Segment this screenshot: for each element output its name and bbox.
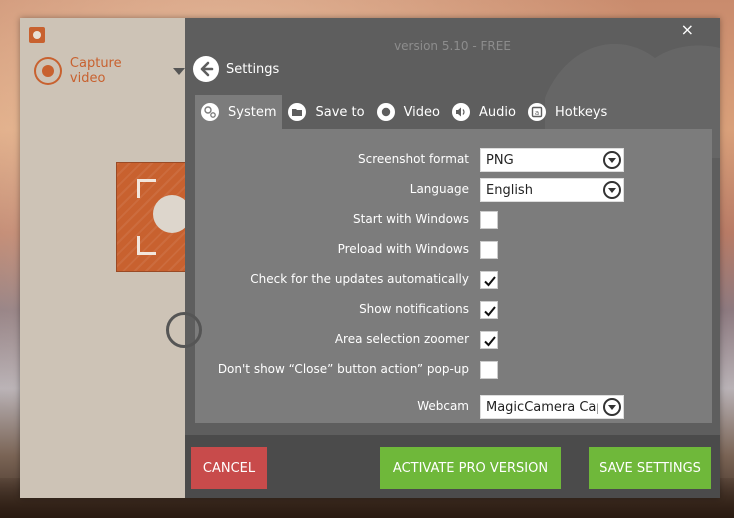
webcam-label: Webcam [417,399,469,413]
folder-icon [288,103,307,121]
webcam-select[interactable]: MagicCamera Cap [480,395,624,419]
chevron-down-icon [603,398,621,416]
start-with-windows-label: Start with Windows [353,212,469,226]
show-notifications-label: Show notifications [359,302,469,316]
tab-label: Video [403,104,441,120]
screenshot-format-value: PNG [486,153,514,168]
preload-with-windows-label: Preload with Windows [337,242,469,256]
footer-bar: CANCEL ACTIVATE PRO VERSION SAVE SETTING… [185,435,720,498]
tab-save-to[interactable]: Save to [282,95,370,129]
tab-label: Save to [315,104,365,120]
area-zoomer-label: Area selection zoomer [334,332,469,346]
version-label: version 5.10 - FREE [394,39,511,53]
checkmark-icon [484,336,496,347]
svg-text:a: a [535,109,539,117]
app-logo-icon [29,27,45,43]
tab-label: Audio [479,104,516,120]
frame-corner-icon [137,179,156,198]
chevron-down-icon [173,67,185,75]
language-row: Language English [195,178,712,202]
checkmark-icon [484,276,496,287]
chevron-down-icon [603,181,621,199]
preload-with-windows-checkbox[interactable] [480,241,498,259]
record-icon [34,57,62,85]
dont-show-close-row: Don't show “Close” button action” pop-up [195,358,712,382]
system-settings-panel: Screenshot format PNG Language English S… [195,129,712,423]
webcam-row: Webcam MagicCamera Cap [195,395,712,419]
start-with-windows-checkbox[interactable] [480,211,498,229]
speaker-icon [452,103,471,121]
tab-audio[interactable]: Audio [446,95,522,129]
frame-corner-icon [137,236,156,255]
left-panel: Capture video [20,18,188,498]
record-icon [376,103,395,121]
chevron-down-icon [603,151,621,169]
tab-hotkeys[interactable]: a Hotkeys [522,95,613,129]
tab-system[interactable]: System [195,95,283,129]
language-label: Language [409,182,469,196]
check-updates-label: Check for the updates automatically [250,272,469,286]
settings-title: Settings [226,61,280,77]
start-with-windows-row: Start with Windows [195,208,712,232]
cancel-button[interactable]: CANCEL [191,447,267,489]
checkmark-icon [484,306,496,317]
close-icon[interactable]: × [681,22,694,38]
activate-pro-button[interactable]: ACTIVATE PRO VERSION [380,447,561,489]
back-to-settings-button[interactable]: Settings [193,56,279,82]
app-window: Capture video version 5.10 - FREE × Sett… [20,18,720,498]
save-settings-button[interactable]: SAVE SETTINGS [589,447,711,489]
show-notifications-checkbox[interactable] [480,301,498,319]
tab-label: Hotkeys [554,104,608,120]
preload-with-windows-row: Preload with Windows [195,238,712,262]
tab-label: System [228,104,277,120]
show-notifications-row: Show notifications [195,298,712,322]
settings-panel: version 5.10 - FREE × Settings System Sa… [185,18,720,498]
dont-show-close-label: Don't show “Close” button action” pop-up [217,362,469,376]
settings-tabs: System Save to Video Audio a Hotkeys [195,95,613,129]
area-zoomer-checkbox[interactable] [480,331,498,349]
area-zoomer-row: Area selection zoomer [195,328,712,352]
record-button-icon[interactable] [166,312,202,348]
check-updates-row: Check for the updates automatically [195,268,712,292]
capture-mode-dropdown[interactable]: Capture video [34,56,185,86]
language-select[interactable]: English [480,178,624,202]
capture-mode-label: Capture video [69,56,122,86]
check-updates-checkbox[interactable] [480,271,498,289]
webcam-value: MagicCamera Cap [486,400,598,415]
dont-show-close-checkbox[interactable] [480,361,498,379]
camera-lens-icon [153,195,187,233]
screenshot-format-label: Screenshot format [357,152,469,166]
gears-icon [201,103,219,121]
screenshot-format-select[interactable]: PNG [480,148,624,172]
tab-video[interactable]: Video [371,95,446,129]
screenshot-preview-icon [116,162,188,272]
back-arrow-icon [193,56,219,82]
screenshot-format-row: Screenshot format PNG [195,148,712,172]
language-value: English [486,183,533,198]
keyboard-key-icon: a [527,103,546,121]
